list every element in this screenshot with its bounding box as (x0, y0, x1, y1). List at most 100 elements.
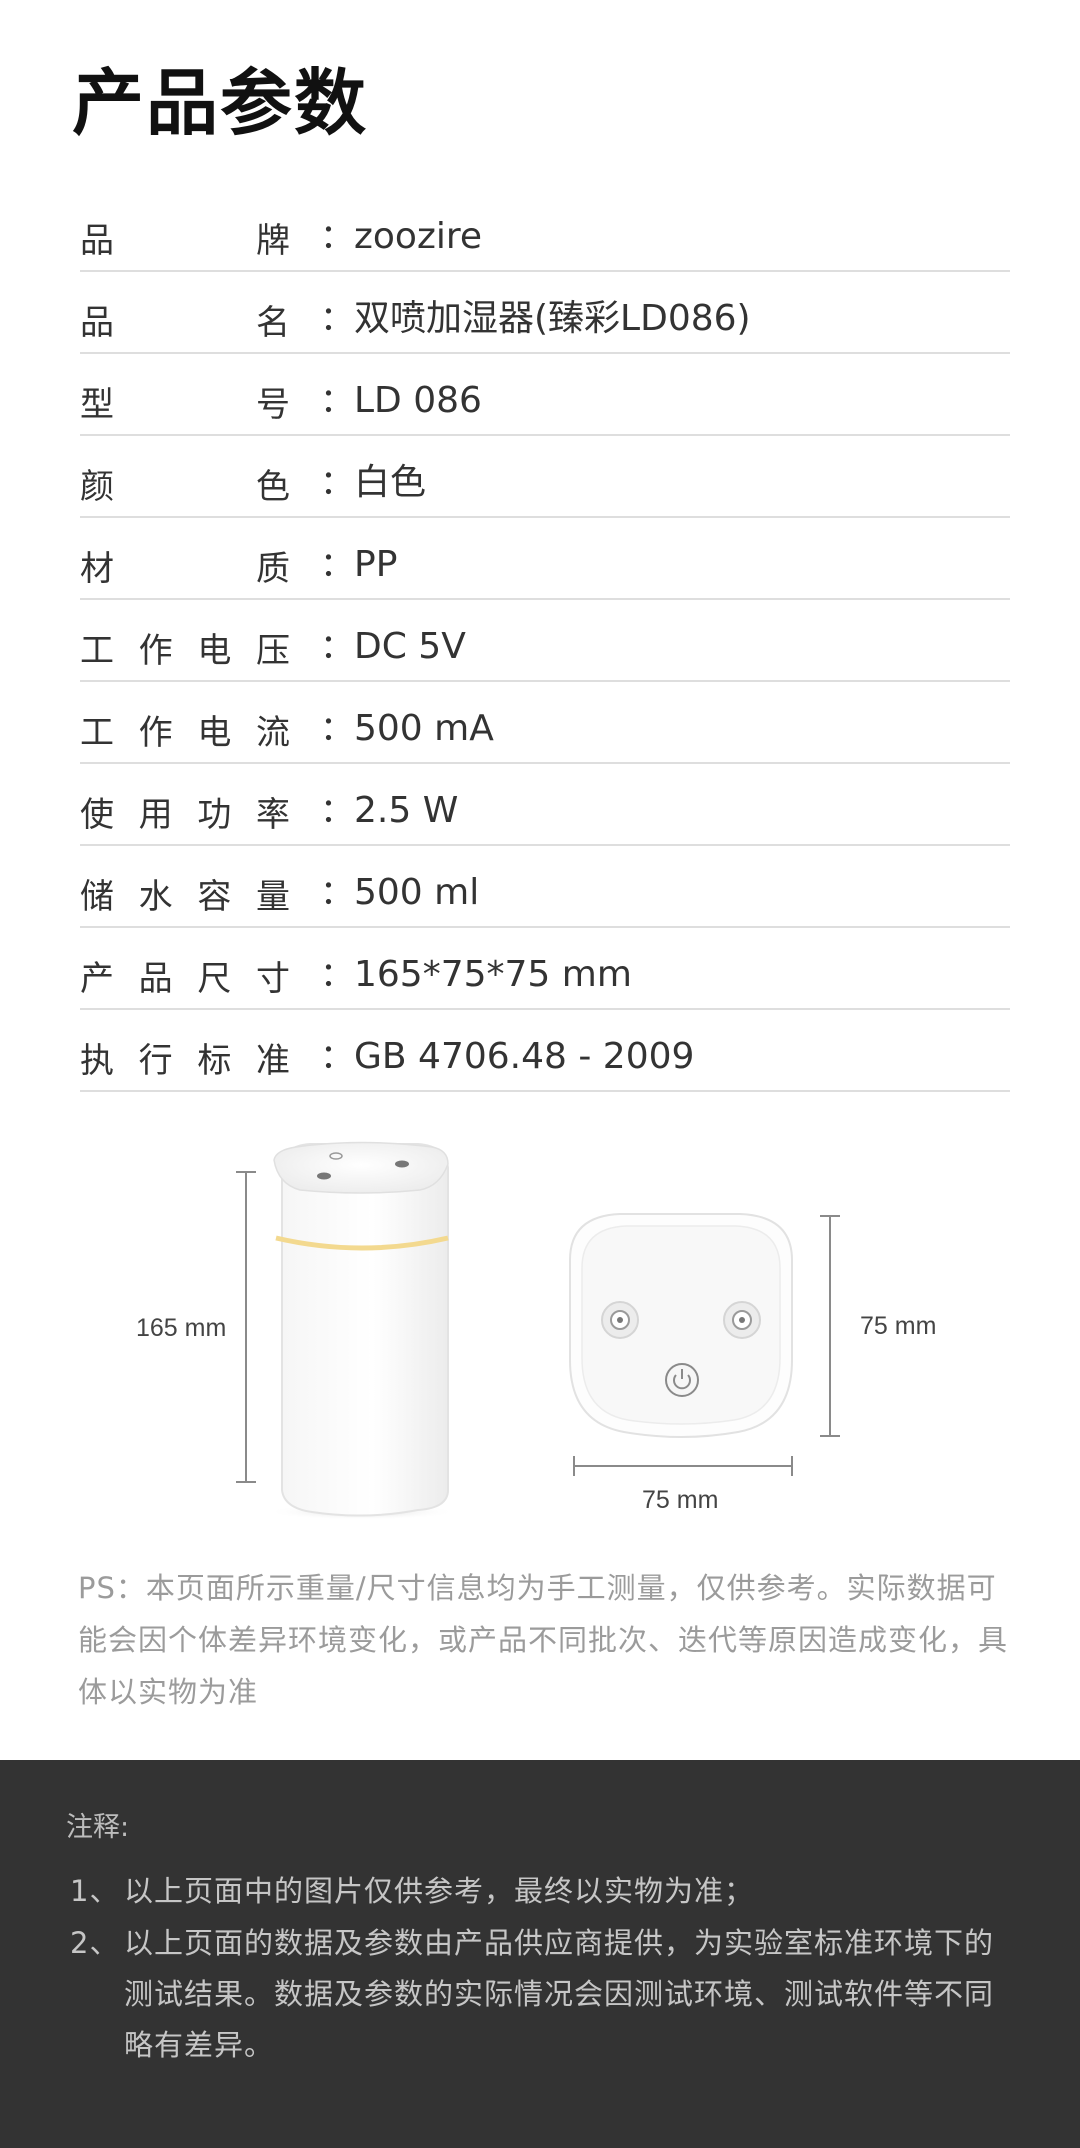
param-label-char: 作 (138, 712, 173, 753)
param-label: 品牌 (80, 212, 290, 262)
param-label-char: 作 (138, 630, 173, 671)
height-dimension-line (236, 1171, 256, 1483)
width-label: 75 mm (642, 1486, 718, 1514)
param-label: 品名 (80, 294, 290, 344)
param-value: 500 ml (354, 872, 480, 913)
param-row: 工作电压 ： DC 5V (80, 600, 1010, 682)
param-label-char: 标 (197, 1040, 232, 1081)
param-separator: ： (320, 709, 354, 749)
param-row: 材质： PP (80, 518, 1010, 600)
param-label: 材质 (80, 540, 290, 590)
param-separator: ： (320, 873, 354, 913)
param-label-char: 名 (256, 302, 290, 343)
humidifier-side-view (267, 1141, 457, 1520)
ps-disclaimer: PS：本页面所示重量/尺寸信息均为手工测量，仅供参考。实际数据可能会因个体差异环… (78, 1571, 1009, 1709)
param-label-char: 寸 (255, 958, 290, 999)
depth-label: 75 mm (860, 1312, 936, 1340)
param-separator: ： (320, 463, 354, 503)
param-label-char: 功 (197, 794, 232, 835)
param-label-char: 品 (138, 958, 173, 999)
param-label-char: 准 (255, 1040, 290, 1081)
power-icon (665, 1363, 699, 1397)
param-label-char: 工 (80, 712, 114, 753)
param-label: 执行标准 (80, 1032, 290, 1082)
param-label-char: 储 (80, 876, 114, 917)
footer-notes: 注释: 1、 以上页面中的图片仅供参考，最终以实物为准； 2、 以上页面的数据及… (0, 1760, 1080, 2148)
param-label-char: 流 (255, 712, 290, 753)
param-row: 产品尺寸 ： 165*75*75 mm (80, 928, 1010, 1010)
product-dimension-figure: 165 mm 75 mm 75 mm (0, 1120, 1080, 1540)
param-value: 双喷加湿器(臻彩LD086) (354, 298, 751, 339)
param-label-char: 材 (80, 548, 114, 589)
note-item: 2、 以上页面的数据及参数由产品供应商提供，为实验室标准环境下的测试结果。数据及… (70, 1918, 1010, 2071)
param-row: 品牌： zoozire (80, 190, 1010, 272)
param-label-char: 水 (138, 876, 173, 917)
param-label: 工作电流 (80, 704, 290, 754)
param-label-char: 牌 (256, 220, 290, 261)
param-separator: ： (320, 217, 354, 257)
param-label-char: 尺 (197, 958, 232, 999)
param-label: 工作电压 (80, 622, 290, 672)
param-value: 2.5 W (354, 790, 459, 831)
param-separator: ： (320, 791, 354, 831)
param-label-char: 电 (197, 712, 232, 753)
param-separator: ： (320, 1037, 354, 1077)
param-label-char: 率 (255, 794, 290, 835)
param-label-char: 压 (255, 630, 290, 671)
param-row: 储水容量 ： 500 ml (80, 846, 1010, 928)
param-separator: ： (320, 955, 354, 995)
param-label-char: 用 (138, 794, 173, 835)
mist-nozzle-left (601, 1301, 639, 1339)
param-label: 型号 (80, 376, 290, 426)
param-label-char: 量 (255, 876, 290, 917)
params-table: 品牌： zoozire 品名：双喷加湿器(臻彩LD086) 型号： LD 086 颜色：白… (80, 190, 1010, 1092)
param-separator: ： (320, 299, 354, 339)
param-value: 500 mA (354, 708, 494, 749)
param-label-char: 色 (256, 466, 290, 507)
param-label-char: 工 (80, 630, 114, 671)
param-row: 执行标准 ： GB 4706.48 - 2009 (80, 1010, 1010, 1092)
height-label: 165 mm (136, 1314, 226, 1342)
param-value: 165*75*75 mm (354, 954, 632, 995)
param-row: 颜色：白色 (80, 436, 1010, 518)
param-row: 工作电流 ： 500 mA (80, 682, 1010, 764)
param-value: DC 5V (354, 626, 466, 667)
note-item: 1、 以上页面中的图片仅供参考，最终以实物为准； (70, 1866, 1010, 1917)
param-label: 产品尺寸 (80, 950, 290, 1000)
param-label-char: 型 (80, 384, 114, 425)
dimension-diagram: 165 mm 75 mm 75 mm (136, 1141, 936, 1520)
page-title: 产品参数 (72, 61, 369, 145)
depth-dimension-line (820, 1215, 840, 1437)
param-separator: ： (320, 381, 354, 421)
param-row: 使用功率 ： 2.5 W (80, 764, 1010, 846)
mist-nozzle-right (723, 1301, 761, 1339)
param-label-char: 产 (80, 958, 114, 999)
param-label: 使用功率 (80, 786, 290, 836)
param-row: 品名：双喷加湿器(臻彩LD086) (80, 272, 1010, 354)
param-label-char: 号 (256, 384, 290, 425)
param-separator: ： (320, 545, 354, 585)
param-value: GB 4706.48 - 2009 (354, 1036, 695, 1077)
param-label-char: 质 (256, 548, 290, 589)
param-label-char: 容 (197, 876, 232, 917)
humidifier-top-view (569, 1213, 793, 1438)
param-label: 储水容量 (80, 868, 290, 918)
param-value: LD 086 (354, 380, 482, 421)
notes-title: 注释: (66, 1812, 130, 1843)
param-label-char: 电 (197, 630, 232, 671)
param-value: 白色 (354, 462, 427, 503)
param-label-char: 行 (138, 1040, 173, 1081)
param-label-char: 执 (80, 1040, 114, 1081)
note-text: 以上页面的数据及参数由产品供应商提供，为实验室标准环境下的测试结果。数据及参数的… (124, 1926, 995, 2062)
param-value: PP (354, 544, 398, 585)
note-number: 2、 (70, 1926, 120, 1960)
param-label-char: 使 (80, 794, 114, 835)
width-dimension-line (573, 1456, 793, 1476)
param-label-char: 颜 (80, 466, 114, 507)
param-label-char: 品 (80, 302, 114, 343)
param-value: zoozire (354, 216, 483, 257)
note-text: 以上页面中的图片仅供参考，最终以实物为准； (124, 1874, 755, 1908)
param-label: 颜色 (80, 458, 290, 508)
param-label-char: 品 (80, 220, 114, 261)
note-number: 1、 (70, 1874, 120, 1908)
